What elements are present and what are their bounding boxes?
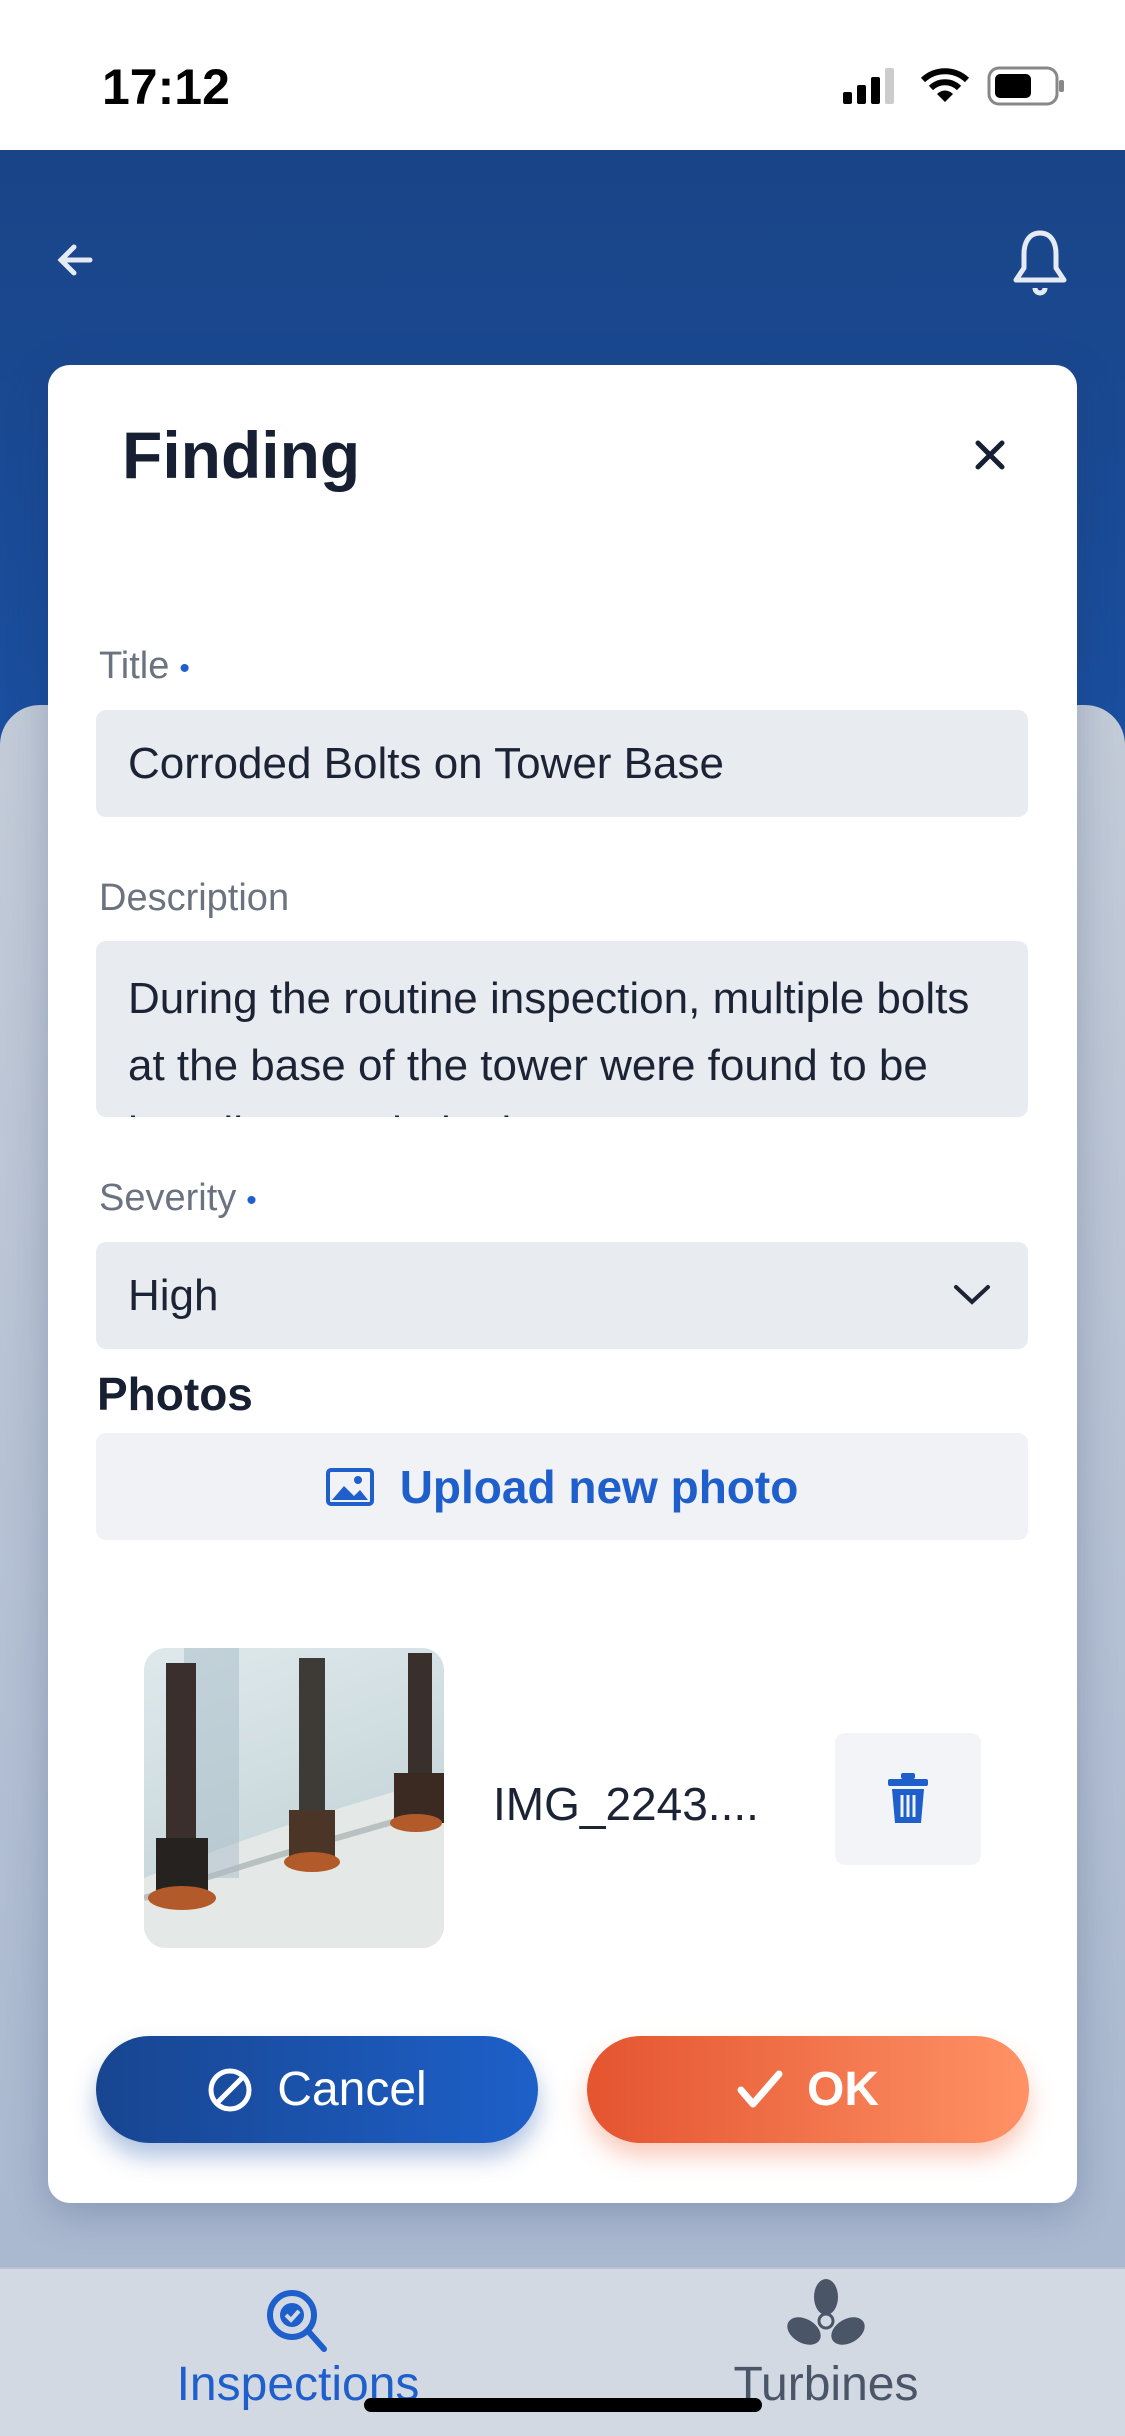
- inspection-search-icon: [267, 2290, 327, 2352]
- check-icon: [737, 2070, 783, 2107]
- upload-photo-button[interactable]: Upload new photo: [96, 1433, 1028, 1540]
- cancel-circle-icon: [208, 2068, 252, 2111]
- tab-inspections[interactable]: Inspections: [148, 2269, 448, 2411]
- tab-turbines[interactable]: Turbines: [676, 2269, 976, 2411]
- description-textarea[interactable]: During the routine inspection, multiple …: [96, 941, 1028, 1117]
- required-dot: •: [246, 1184, 257, 1217]
- photo-filename: IMG_2243....: [493, 1778, 759, 1830]
- battery-icon: [987, 66, 1064, 106]
- title-label: Title •: [99, 645, 190, 687]
- bell-icon[interactable]: [1010, 228, 1070, 298]
- ok-button[interactable]: OK: [587, 2036, 1029, 2143]
- status-time: 17:12: [102, 59, 230, 115]
- image-icon: [325, 1467, 374, 1506]
- modal-title: Finding: [122, 418, 361, 492]
- severity-select[interactable]: High: [96, 1242, 1028, 1349]
- photos-heading: Photos: [97, 1368, 253, 1420]
- severity-label: Severity •: [99, 1177, 257, 1219]
- fan-icon: [787, 2279, 865, 2345]
- chevron-down-icon: [954, 1285, 990, 1305]
- title-input[interactable]: Corroded Bolts on Tower Base: [96, 710, 1028, 817]
- corroded-bolts-image: [144, 1648, 444, 1948]
- delete-photo-button[interactable]: [835, 1733, 981, 1865]
- wifi-icon: [921, 68, 969, 102]
- cancel-button[interactable]: Cancel: [96, 2036, 538, 2143]
- photo-thumbnail[interactable]: [144, 1648, 444, 1948]
- trash-icon: [888, 1773, 928, 1823]
- close-icon[interactable]: [970, 435, 1010, 475]
- status-bar: 17:12: [0, 0, 1125, 150]
- description-label: Description: [99, 877, 290, 919]
- signal-icon: [843, 68, 894, 104]
- back-arrow-icon[interactable]: [50, 235, 100, 285]
- finding-modal: Finding Title • Corroded Bolts on Tower B…: [48, 365, 1077, 2203]
- required-dot: •: [179, 652, 190, 685]
- upload-label: Upload new photo: [399, 1460, 799, 1513]
- home-indicator: [364, 2398, 762, 2412]
